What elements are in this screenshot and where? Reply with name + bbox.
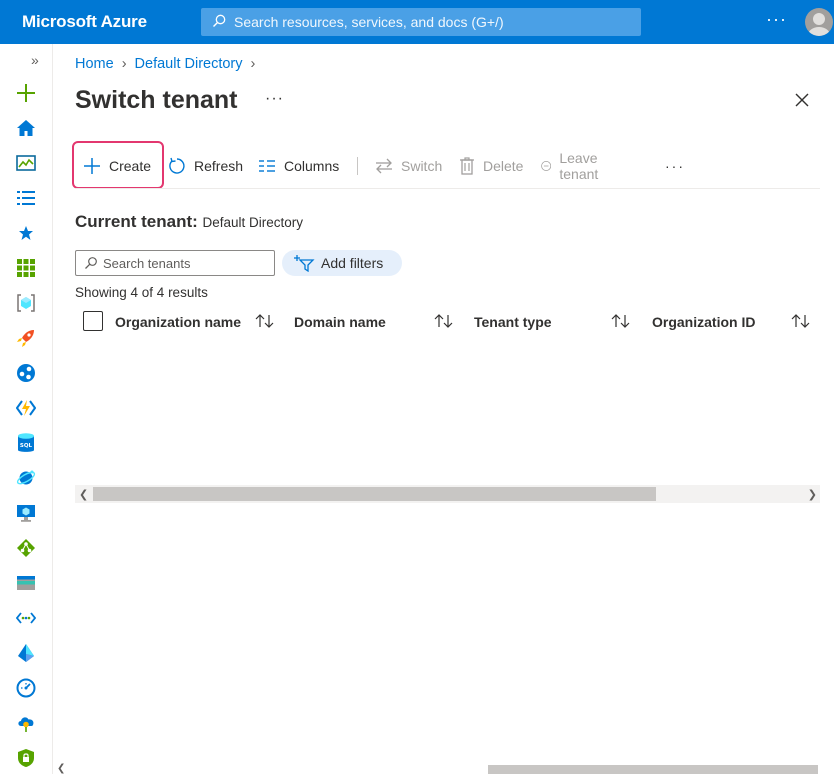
global-search-placeholder: Search resources, services, and docs (G+… bbox=[234, 14, 504, 30]
table-horizontal-scrollbar[interactable]: ❮ ❯ bbox=[75, 485, 820, 503]
leave-tenant-button[interactable]: Leave tenant bbox=[541, 150, 606, 182]
sort-arrows-icon[interactable] bbox=[611, 313, 631, 332]
columns-button[interactable]: Columns bbox=[258, 152, 339, 180]
page-scroll-left-arrow-icon[interactable]: ❮ bbox=[57, 763, 65, 774]
load-balancers-icon[interactable] bbox=[15, 537, 37, 559]
add-filters-button[interactable]: Add filters bbox=[282, 250, 402, 276]
current-tenant-value: Default Directory bbox=[202, 215, 304, 230]
add-filter-icon bbox=[294, 255, 315, 272]
create-button[interactable]: Create bbox=[83, 152, 151, 180]
home-icon[interactable] bbox=[15, 117, 37, 139]
cosmos-db-icon[interactable] bbox=[15, 467, 37, 489]
columns-label: Columns bbox=[284, 158, 340, 174]
virtual-machines-icon[interactable] bbox=[15, 502, 37, 524]
columns-icon bbox=[259, 160, 275, 172]
breadcrumb-chevron-icon: › bbox=[121, 56, 127, 72]
page-more-options-icon[interactable]: ··· bbox=[265, 90, 284, 108]
column-header-tenant-type[interactable]: Tenant type bbox=[474, 314, 552, 330]
switch-label: Switch bbox=[401, 158, 443, 174]
search-icon bbox=[211, 13, 227, 34]
search-icon bbox=[84, 256, 98, 275]
close-icon[interactable] bbox=[794, 92, 810, 113]
table-header: Organization name Domain name Tenant typ… bbox=[75, 309, 825, 335]
resource-groups-icon[interactable] bbox=[15, 292, 37, 314]
expand-menu-icon[interactable]: » bbox=[31, 52, 39, 68]
search-tenants-box[interactable] bbox=[75, 250, 275, 276]
advisor-cloud-icon[interactable] bbox=[15, 712, 37, 734]
avatar[interactable] bbox=[805, 8, 833, 36]
column-header-organization-name[interactable]: Organization name bbox=[115, 314, 241, 330]
function-app-icon[interactable] bbox=[15, 397, 37, 419]
quickstart-rocket-icon[interactable] bbox=[15, 327, 37, 349]
breadcrumb: Home › Default Directory › bbox=[75, 56, 263, 72]
top-bar: Microsoft Azure Search resources, servic… bbox=[0, 0, 834, 44]
add-filters-label: Add filters bbox=[321, 255, 384, 271]
monitor-gauge-icon[interactable] bbox=[15, 677, 37, 699]
brand-title[interactable]: Microsoft Azure bbox=[22, 12, 147, 32]
column-header-organization-id[interactable]: Organization ID bbox=[652, 314, 755, 330]
toolbar-more-icon[interactable]: ··· bbox=[665, 152, 685, 180]
toolbar-divider bbox=[357, 157, 358, 175]
create-resource-icon[interactable] bbox=[15, 82, 37, 104]
page-title: Switch tenant bbox=[75, 86, 238, 114]
toolbar-bottom-border bbox=[75, 188, 820, 189]
azure-active-directory-icon[interactable] bbox=[15, 642, 37, 664]
refresh-button[interactable]: Refresh bbox=[168, 152, 243, 180]
delete-label: Delete bbox=[483, 158, 524, 174]
sort-arrows-icon[interactable] bbox=[255, 313, 275, 332]
virtual-networks-icon[interactable] bbox=[15, 607, 37, 629]
refresh-label: Refresh bbox=[194, 158, 244, 174]
more-options-icon[interactable]: ··· bbox=[766, 9, 787, 30]
scrollbar-thumb[interactable] bbox=[93, 487, 656, 501]
page-horizontal-scrollbar-thumb[interactable] bbox=[488, 765, 818, 774]
create-label: Create bbox=[109, 158, 152, 174]
switch-arrows-icon bbox=[376, 158, 392, 174]
search-tenants-input[interactable] bbox=[103, 254, 268, 272]
select-all-checkbox[interactable] bbox=[83, 311, 103, 331]
breadcrumb-home-link[interactable]: Home bbox=[75, 56, 114, 72]
all-resources-grid-icon[interactable] bbox=[15, 257, 37, 279]
all-services-icon[interactable] bbox=[15, 187, 37, 209]
app-services-icon[interactable] bbox=[15, 362, 37, 384]
results-count: Showing 4 of 4 results bbox=[75, 285, 208, 300]
sort-arrows-icon[interactable] bbox=[791, 313, 811, 332]
column-header-domain-name[interactable]: Domain name bbox=[294, 314, 386, 330]
scroll-right-arrow-icon[interactable]: ❯ bbox=[808, 488, 817, 501]
storage-accounts-icon[interactable] bbox=[15, 572, 37, 594]
security-center-shield-icon[interactable] bbox=[15, 747, 37, 769]
minus-circle-icon bbox=[541, 161, 552, 171]
trash-icon bbox=[460, 157, 474, 175]
delete-button[interactable]: Delete bbox=[459, 152, 523, 180]
sort-arrows-icon[interactable] bbox=[434, 313, 454, 332]
global-search[interactable]: Search resources, services, and docs (G+… bbox=[201, 8, 641, 36]
plus-icon bbox=[84, 158, 100, 174]
breadcrumb-chevron-icon: › bbox=[250, 56, 256, 72]
switch-button[interactable]: Switch bbox=[375, 152, 442, 180]
sql-database-icon[interactable]: SQL bbox=[15, 432, 37, 454]
current-tenant-label: Current tenant: bbox=[75, 212, 198, 231]
refresh-icon bbox=[169, 157, 185, 174]
favorites-star-icon[interactable] bbox=[15, 222, 37, 244]
breadcrumb-directory-link[interactable]: Default Directory bbox=[135, 56, 243, 72]
left-rail: » SQL bbox=[0, 44, 53, 774]
leave-tenant-label: Leave tenant bbox=[559, 150, 599, 182]
dashboard-icon[interactable] bbox=[15, 152, 37, 174]
current-tenant: Current tenant: Default Directory bbox=[75, 212, 303, 232]
scroll-left-arrow-icon[interactable]: ❮ bbox=[79, 488, 88, 501]
svg-text:SQL: SQL bbox=[20, 443, 33, 449]
